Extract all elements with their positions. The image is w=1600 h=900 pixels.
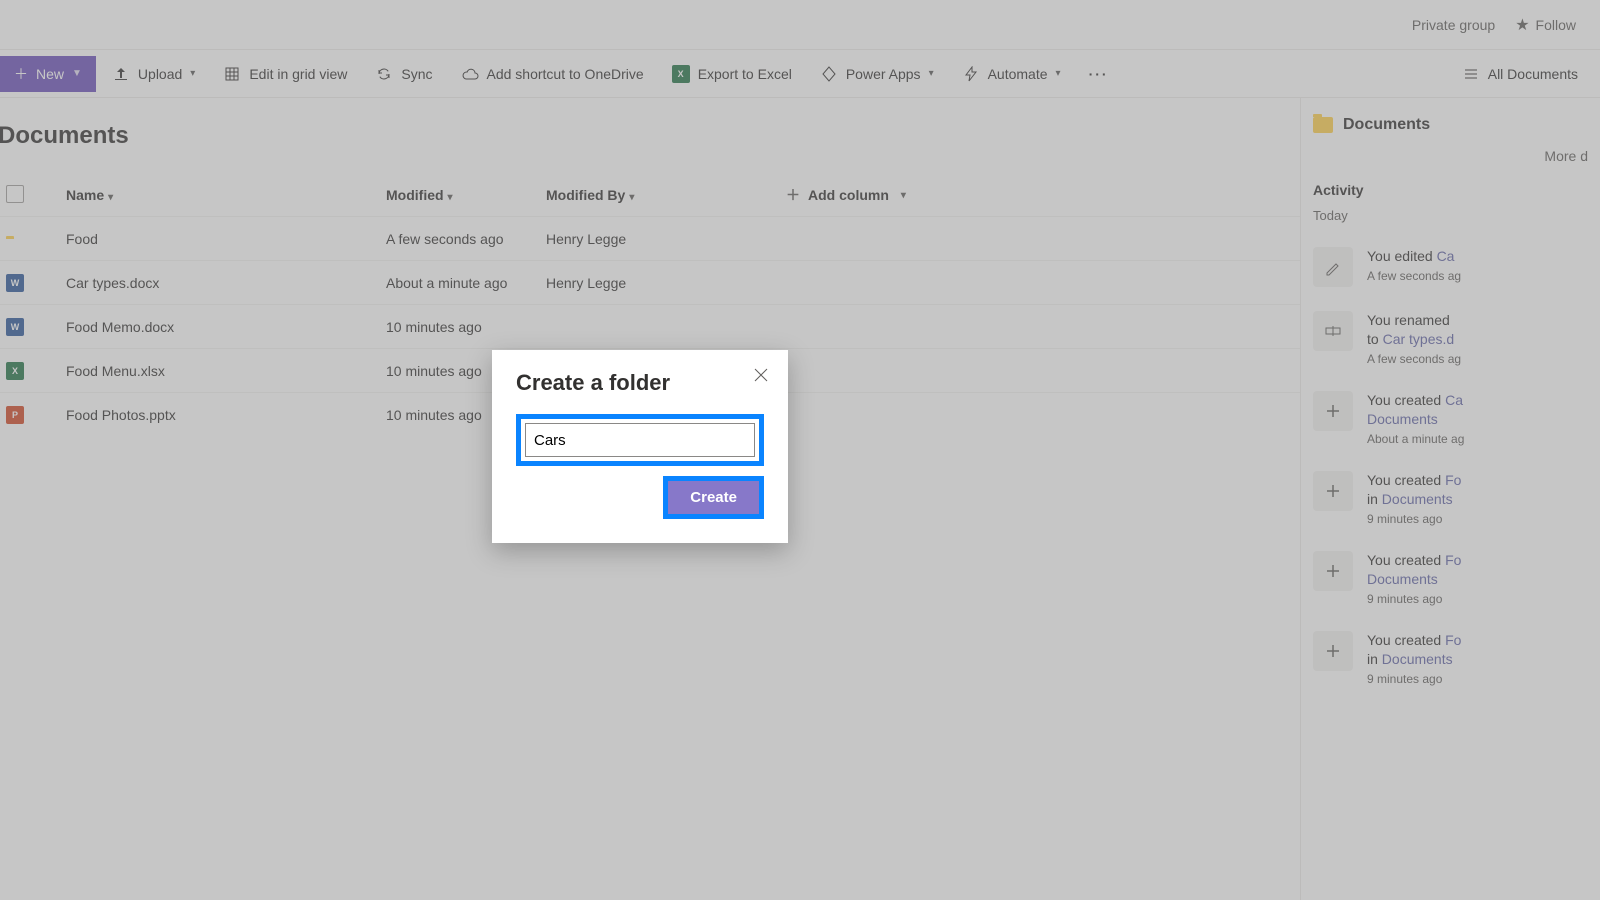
folder-name-highlight [516, 414, 764, 466]
dialog-title: Create a folder [516, 370, 764, 396]
create-button[interactable]: Create [668, 481, 759, 514]
create-button-highlight: Create [663, 476, 764, 519]
folder-name-input[interactable] [525, 423, 755, 457]
create-folder-dialog: Create a folder Create [492, 350, 788, 543]
modal-overlay [0, 0, 1600, 900]
close-button[interactable] [750, 364, 772, 386]
